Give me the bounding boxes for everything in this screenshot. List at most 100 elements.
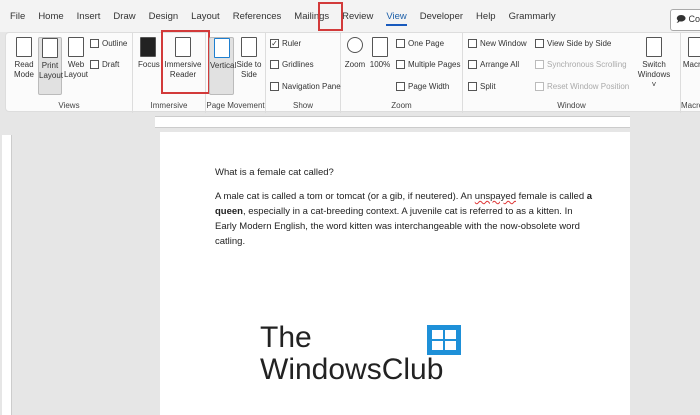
new-window-button[interactable]: New Window bbox=[468, 39, 527, 48]
tab-references[interactable]: References bbox=[233, 7, 282, 26]
horizontal-ruler[interactable] bbox=[155, 116, 630, 128]
synchronous-scrolling-button[interactable]: Synchronous Scrolling bbox=[535, 60, 627, 69]
one-page-icon bbox=[396, 39, 405, 48]
label: Reset Window Position bbox=[547, 82, 630, 91]
macros-icon bbox=[688, 37, 700, 57]
label: 100% bbox=[369, 60, 391, 69]
outline-button[interactable]: Outline bbox=[90, 39, 127, 48]
comments-button[interactable]: 🗩 Co bbox=[669, 9, 700, 31]
spelling-error[interactable]: unspayed bbox=[475, 191, 516, 202]
read-mode-button[interactable]: Read Mode bbox=[11, 37, 37, 80]
immersive-reader-highlight bbox=[161, 30, 210, 94]
tab-review[interactable]: Review bbox=[342, 7, 373, 26]
label: Navigation Pane bbox=[282, 82, 341, 91]
tab-draw[interactable]: Draw bbox=[113, 7, 135, 26]
magnifier-icon bbox=[347, 37, 363, 53]
vertical-button[interactable]: Vertical bbox=[209, 37, 237, 95]
text: female is called bbox=[516, 191, 587, 202]
label: Print Layout bbox=[39, 61, 64, 80]
reset-window-position-button[interactable]: Reset Window Position bbox=[535, 82, 629, 91]
zoom-button[interactable]: Zoom bbox=[344, 37, 366, 70]
group-label: Zoom bbox=[391, 101, 412, 110]
group-label: Page Movement bbox=[206, 101, 265, 110]
arrange-all-button[interactable]: Arrange All bbox=[468, 60, 519, 69]
ruler-checkbox[interactable]: ✓ Ruler bbox=[270, 39, 301, 48]
group-label: Show bbox=[292, 101, 313, 110]
label: View Side by Side bbox=[547, 39, 612, 48]
group-label: Window bbox=[557, 101, 586, 110]
multiple-pages-icon bbox=[396, 60, 405, 69]
group-page-movement: Vertical Side to Side Page Movement bbox=[206, 33, 266, 113]
label: Zoom bbox=[344, 60, 366, 69]
vertical-ruler[interactable] bbox=[2, 135, 12, 415]
tab-help[interactable]: Help bbox=[476, 7, 496, 26]
label: Ruler bbox=[282, 39, 302, 48]
focus-icon bbox=[140, 37, 156, 57]
group-label: Immersive bbox=[150, 101, 188, 110]
tab-developer[interactable]: Developer bbox=[420, 7, 463, 26]
macros-button[interactable]: Macros bbox=[681, 37, 700, 70]
label: Focus bbox=[138, 60, 160, 69]
gridlines-checkbox[interactable]: Gridlines bbox=[270, 60, 314, 69]
draft-button[interactable]: Draft bbox=[90, 60, 119, 69]
tab-grammarly[interactable]: Grammarly bbox=[509, 7, 556, 26]
label: Side to Side bbox=[236, 60, 262, 79]
doc-paragraph: A male cat is called a tom or tomcat (or… bbox=[215, 189, 595, 249]
watermark-logo: The WindowsClub bbox=[260, 322, 443, 386]
group-show: ✓ Ruler Gridlines Navigation Pane Show bbox=[266, 33, 341, 113]
label: Macros bbox=[682, 60, 700, 69]
one-page-button[interactable]: One Page bbox=[396, 39, 444, 48]
side-by-side-icon bbox=[535, 39, 544, 48]
tab-design[interactable]: Design bbox=[149, 7, 179, 26]
page-width-icon bbox=[396, 82, 405, 91]
navigation-pane-checkbox[interactable]: Navigation Pane bbox=[270, 82, 341, 91]
document-page[interactable]: What is a female cat called? A male cat … bbox=[160, 132, 630, 415]
split-icon bbox=[468, 82, 477, 91]
checkbox-icon bbox=[270, 60, 279, 69]
draft-icon bbox=[90, 60, 99, 69]
label: Split bbox=[480, 82, 496, 91]
tab-view[interactable]: View bbox=[386, 7, 408, 26]
switch-windows-icon bbox=[646, 37, 662, 57]
side-to-side-icon bbox=[241, 37, 257, 57]
label: Read Mode bbox=[13, 60, 34, 79]
web-layout-button[interactable]: Web Layout bbox=[64, 37, 88, 80]
view-side-by-side-button[interactable]: View Side by Side bbox=[535, 39, 611, 48]
globe-page-icon bbox=[68, 37, 84, 57]
group-macros: Macros Macros bbox=[681, 33, 700, 113]
label: Vertical bbox=[210, 61, 237, 70]
split-button[interactable]: Split bbox=[468, 82, 496, 91]
label: Draft bbox=[102, 60, 120, 69]
group-window: New Window Arrange All Split View Side b… bbox=[463, 33, 681, 113]
sync-scroll-icon bbox=[535, 60, 544, 69]
tab-home[interactable]: Home bbox=[38, 7, 63, 26]
tab-layout[interactable]: Layout bbox=[191, 7, 220, 26]
tab-file[interactable]: File bbox=[10, 7, 25, 26]
multiple-pages-button[interactable]: Multiple Pages bbox=[396, 60, 460, 69]
zoom-100-button[interactable]: 100% bbox=[369, 37, 391, 70]
comments-label: Co bbox=[688, 14, 700, 24]
switch-windows-button[interactable]: Switch Windows ˅ bbox=[635, 37, 673, 90]
doc-heading: What is a female cat called? bbox=[215, 167, 334, 178]
text: , especially in a cat-breeding context. … bbox=[215, 206, 580, 247]
group-label: Views bbox=[58, 101, 80, 110]
tab-insert[interactable]: Insert bbox=[77, 7, 101, 26]
label: Web Layout bbox=[64, 60, 89, 79]
book-icon bbox=[16, 37, 32, 57]
group-views: Read Mode Print Layout Web Layout Outlin… bbox=[6, 33, 133, 113]
label: New Window bbox=[480, 39, 527, 48]
outline-icon bbox=[90, 39, 99, 48]
vertical-icon bbox=[213, 38, 230, 58]
group-zoom: Zoom 100% One Page Multiple Pages Page W… bbox=[341, 33, 463, 113]
page-100-icon bbox=[372, 37, 388, 57]
label: Multiple Pages bbox=[408, 60, 461, 69]
text: A male cat is called a tom or tomcat (or… bbox=[215, 191, 475, 202]
label: One Page bbox=[408, 39, 445, 48]
page-width-button[interactable]: Page Width bbox=[396, 82, 449, 91]
ribbon: Read Mode Print Layout Web Layout Outlin… bbox=[5, 30, 700, 113]
check-icon: ✓ bbox=[270, 39, 279, 48]
view-tab-highlight bbox=[318, 2, 343, 31]
focus-button[interactable]: Focus bbox=[138, 37, 160, 70]
print-layout-button[interactable]: Print Layout bbox=[38, 37, 64, 95]
side-to-side-button[interactable]: Side to Side bbox=[236, 37, 262, 80]
